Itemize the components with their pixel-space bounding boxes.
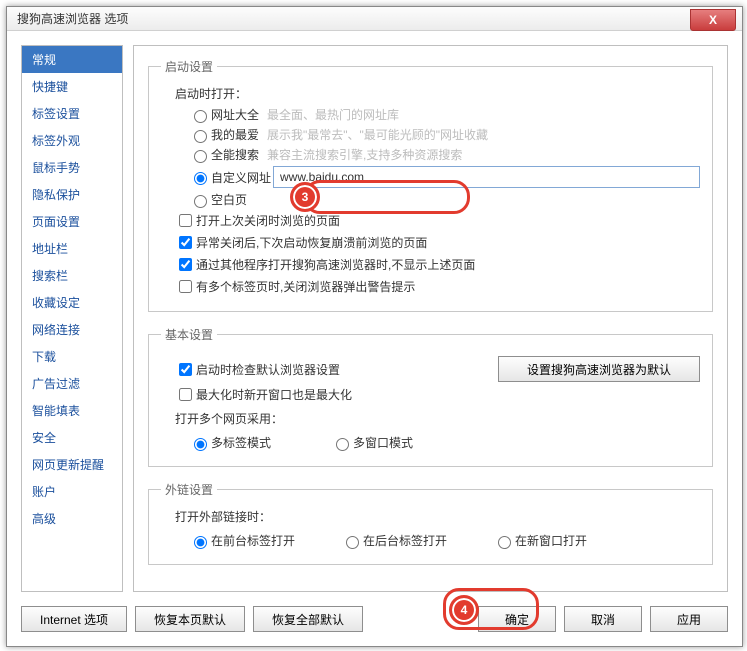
sidebar-item-address-bar[interactable]: 地址栏 <box>22 235 122 262</box>
radio-url-all-label: 网址大全 <box>211 106 259 123</box>
hint-all-search: 兼容主流搜索引擎,支持多种资源搜索 <box>267 146 462 163</box>
cb-open-last-label: 打开上次关闭时浏览的页面 <box>196 212 340 229</box>
radio-url-all[interactable] <box>194 110 207 123</box>
cb-restore-crash[interactable] <box>179 236 192 249</box>
ext-open-label: 打开外部链接时： <box>175 508 700 525</box>
radio-multi-win-label: 多窗口模式 <box>353 434 413 451</box>
main-panel: 启动设置 启动时打开： 网址大全 最全面、最热门的网址库 我的最爱 展示我"最常… <box>133 45 728 592</box>
basic-legend: 基本设置 <box>161 326 217 343</box>
sidebar-item-favorites[interactable]: 收藏设定 <box>22 289 122 316</box>
cb-open-last[interactable] <box>179 214 192 227</box>
radio-open-back[interactable] <box>346 536 359 549</box>
custom-url-input[interactable] <box>273 166 700 188</box>
sidebar-item-privacy[interactable]: 隐私保护 <box>22 181 122 208</box>
basic-group: 基本设置 启动时检查默认浏览器设置 设置搜狗高速浏览器为默认 最大化时新开窗口也… <box>148 326 713 467</box>
sidebar-item-advanced[interactable]: 高级 <box>22 505 122 532</box>
multi-page-label: 打开多个网页采用： <box>175 410 700 427</box>
sidebar-item-account[interactable]: 账户 <box>22 478 122 505</box>
hint-url-all: 最全面、最热门的网址库 <box>267 106 399 123</box>
title-bar: 搜狗高速浏览器 选项 <box>7 7 742 31</box>
cb-close-warning[interactable] <box>179 280 192 293</box>
sidebar-item-mouse-gesture[interactable]: 鼠标手势 <box>22 154 122 181</box>
cancel-button[interactable]: 取消 <box>564 606 642 632</box>
set-default-button[interactable]: 设置搜狗高速浏览器为默认 <box>498 356 700 382</box>
cb-max-new-win-label: 最大化时新开窗口也是最大化 <box>196 386 352 403</box>
startup-legend: 启动设置 <box>161 58 217 75</box>
reset-page-button[interactable]: 恢复本页默认 <box>135 606 245 632</box>
radio-my-fav-label: 我的最爱 <box>211 126 259 143</box>
radio-custom-url[interactable] <box>194 172 207 185</box>
radio-open-new-label: 在新窗口打开 <box>515 532 587 549</box>
cb-check-default[interactable] <box>179 363 192 376</box>
bottom-bar: Internet 选项 恢复本页默认 恢复全部默认 确定 取消 应用 <box>7 606 742 646</box>
cb-check-default-label: 启动时检查默认浏览器设置 <box>196 361 340 378</box>
radio-blank-label: 空白页 <box>211 191 247 208</box>
internet-options-button[interactable]: Internet 选项 <box>21 606 127 632</box>
ok-button[interactable]: 确定 <box>478 606 556 632</box>
sidebar-item-general[interactable]: 常规 <box>22 46 122 73</box>
startup-open-label: 启动时打开： <box>175 85 700 102</box>
sidebar-item-network[interactable]: 网络连接 <box>22 316 122 343</box>
radio-open-new[interactable] <box>498 536 511 549</box>
ext-link-group: 外链设置 打开外部链接时： 在前台标签打开 在后台标签打开 在新窗口打开 <box>148 481 713 565</box>
sidebar-item-download[interactable]: 下载 <box>22 343 122 370</box>
radio-all-search-label: 全能搜索 <box>211 146 259 163</box>
startup-group: 启动设置 启动时打开： 网址大全 最全面、最热门的网址库 我的最爱 展示我"最常… <box>148 58 713 312</box>
cb-restore-crash-label: 异常关闭后,下次启动恢复崩溃前浏览的页面 <box>196 234 427 251</box>
sidebar-item-form-fill[interactable]: 智能填表 <box>22 397 122 424</box>
sidebar: 常规 快捷键 标签设置 标签外观 鼠标手势 隐私保护 页面设置 地址栏 搜索栏 … <box>21 45 123 592</box>
sidebar-item-security[interactable]: 安全 <box>22 424 122 451</box>
reset-all-button[interactable]: 恢复全部默认 <box>253 606 363 632</box>
radio-blank[interactable] <box>194 195 207 208</box>
apply-button[interactable]: 应用 <box>650 606 728 632</box>
sidebar-item-search-bar[interactable]: 搜索栏 <box>22 262 122 289</box>
sidebar-item-tab-settings[interactable]: 标签设置 <box>22 100 122 127</box>
sidebar-item-page-settings[interactable]: 页面设置 <box>22 208 122 235</box>
radio-custom-url-label: 自定义网址 <box>211 169 273 186</box>
close-button[interactable]: X <box>690 9 736 31</box>
cb-external-open-label: 通过其他程序打开搜狗高速浏览器时,不显示上述页面 <box>196 256 475 273</box>
cb-external-open[interactable] <box>179 258 192 271</box>
radio-multi-tab-label: 多标签模式 <box>211 434 271 451</box>
radio-my-fav[interactable] <box>194 130 207 143</box>
radio-open-front[interactable] <box>194 536 207 549</box>
sidebar-item-shortcuts[interactable]: 快捷键 <box>22 73 122 100</box>
radio-all-search[interactable] <box>194 150 207 163</box>
close-icon: X <box>709 13 717 27</box>
hint-my-fav: 展示我"最常去"、"最可能光顾的"网址收藏 <box>267 126 488 143</box>
radio-open-back-label: 在后台标签打开 <box>363 532 447 549</box>
radio-multi-tab[interactable] <box>194 438 207 451</box>
sidebar-item-tab-appearance[interactable]: 标签外观 <box>22 127 122 154</box>
radio-multi-win[interactable] <box>336 438 349 451</box>
window-title: 搜狗高速浏览器 选项 <box>17 10 128 27</box>
annotation-badge-4: 4 <box>449 595 479 625</box>
radio-open-front-label: 在前台标签打开 <box>211 532 295 549</box>
annotation-badge-3: 3 <box>290 182 320 212</box>
cb-close-warning-label: 有多个标签页时,关闭浏览器弹出警告提示 <box>196 278 415 295</box>
sidebar-item-update-notify[interactable]: 网页更新提醒 <box>22 451 122 478</box>
ext-legend: 外链设置 <box>161 481 217 498</box>
cb-max-new-win[interactable] <box>179 388 192 401</box>
sidebar-item-ad-filter[interactable]: 广告过滤 <box>22 370 122 397</box>
